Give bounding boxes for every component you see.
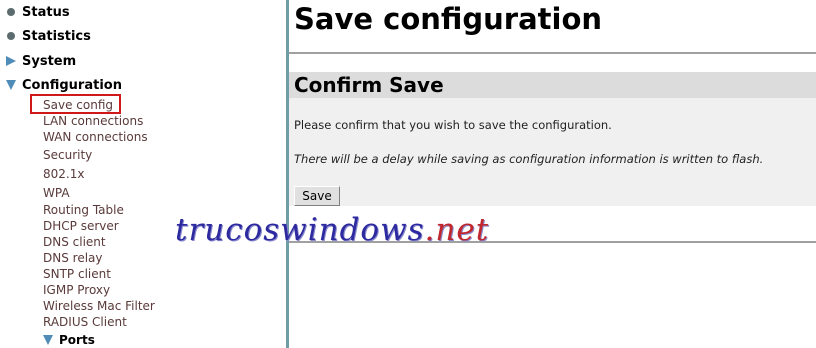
sidebar-item-wan-connections[interactable]: WAN connections xyxy=(43,129,148,145)
sidebar-item-configuration[interactable]: Configuration xyxy=(0,75,122,95)
sidebar-item-label: System xyxy=(22,53,77,69)
sidebar-item-wpa[interactable]: WPA xyxy=(43,185,70,201)
sidebar-item-routing-table[interactable]: Routing Table xyxy=(43,202,124,218)
sidebar-item-dns-relay[interactable]: DNS relay xyxy=(43,250,103,266)
sidebar-item-wireless-mac-filter[interactable]: Wireless Mac Filter xyxy=(43,298,155,314)
sidebar-item-label: Status xyxy=(22,4,70,20)
watermark-accent: .net xyxy=(424,212,490,248)
main-content: Save configuration Confirm Save Please c… xyxy=(289,0,816,348)
save-button[interactable]: Save xyxy=(294,186,340,206)
divider xyxy=(289,52,816,54)
confirm-message: Please confirm that you wish to save the… xyxy=(294,118,612,132)
sidebar-nav: Status Statistics System Configuration S… xyxy=(0,0,286,348)
triangle-down-icon xyxy=(43,335,53,345)
sidebar-item-status[interactable]: Status xyxy=(0,2,70,22)
sidebar-item-system[interactable]: System xyxy=(0,51,76,71)
sidebar-item-ports[interactable]: Ports xyxy=(43,332,95,348)
sidebar-item-dns-client[interactable]: DNS client xyxy=(43,234,106,250)
sidebar-item-igmp-proxy[interactable]: IGMP Proxy xyxy=(43,282,110,298)
page-title: Save configuration xyxy=(294,2,603,36)
triangle-down-icon xyxy=(0,75,22,95)
sidebar-item-sntp-client[interactable]: SNTP client xyxy=(43,266,111,282)
watermark-main: trucoswindows xyxy=(175,212,425,248)
section-title: Confirm Save xyxy=(294,73,444,97)
sidebar-item-radius-client[interactable]: RADIUS Client xyxy=(43,314,127,330)
sidebar-item-security[interactable]: Security xyxy=(43,147,92,163)
watermark: trucoswindows.net xyxy=(175,212,489,248)
sidebar-item-8021x[interactable]: 802.1x xyxy=(43,166,84,182)
sidebar-item-label: Configuration xyxy=(22,77,122,93)
sidebar-item-dhcp-server[interactable]: DHCP server xyxy=(43,218,119,234)
delay-notice: There will be a delay while saving as co… xyxy=(294,152,764,166)
sidebar-item-label: Ports xyxy=(59,333,95,347)
sidebar-item-statistics[interactable]: Statistics xyxy=(0,26,91,46)
sidebar-item-lan-connections[interactable]: LAN connections xyxy=(43,113,143,129)
sidebar-item-save-config[interactable]: Save config xyxy=(43,97,113,113)
triangle-right-icon xyxy=(0,51,22,71)
dot-icon xyxy=(0,2,22,22)
sidebar-item-label: Statistics xyxy=(22,28,91,44)
dot-icon xyxy=(0,26,22,46)
